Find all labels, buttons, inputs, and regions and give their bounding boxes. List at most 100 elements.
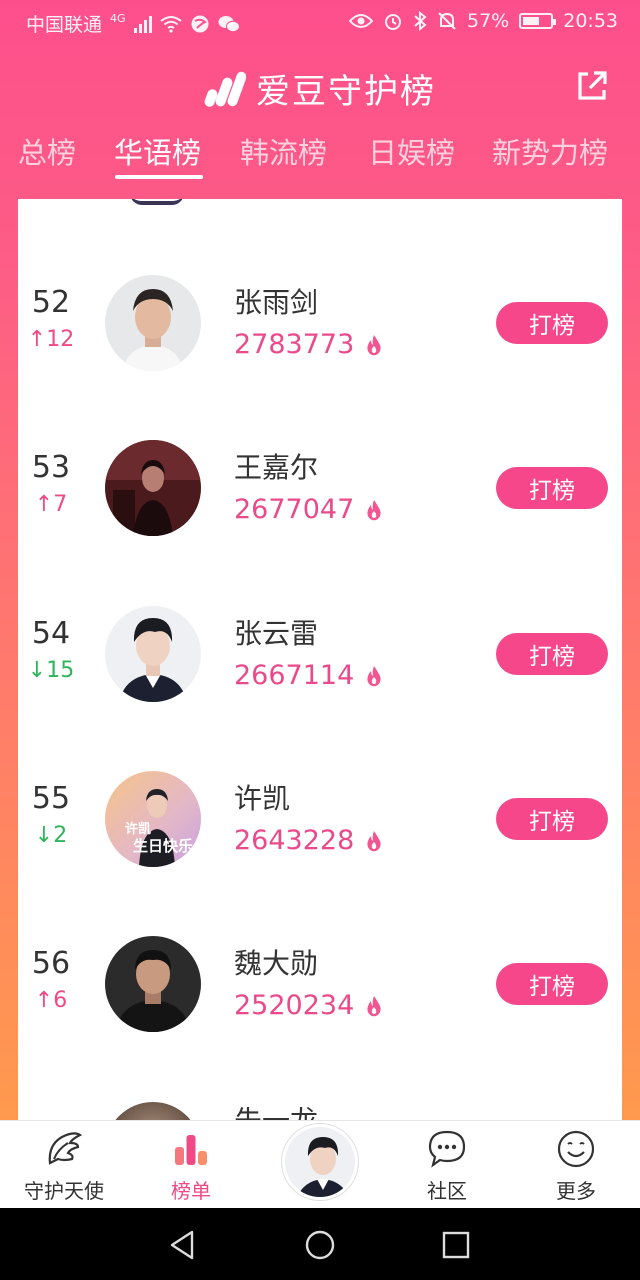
tab-chinese[interactable]: 华语榜 <box>114 130 201 172</box>
avatar-photo <box>105 440 201 536</box>
app-logo-icon <box>204 71 246 107</box>
avatar-photo <box>105 606 201 702</box>
system-nav-bar <box>0 1208 640 1280</box>
nav-guardian-angel[interactable]: 守护天使 <box>9 1121 119 1209</box>
tab-new-force[interactable]: 新势力榜 <box>492 130 608 172</box>
active-tab-indicator <box>115 175 203 179</box>
idol-name: 许凯 <box>234 782 291 815</box>
nav-ranking[interactable]: 榜单 <box>136 1121 246 1209</box>
score-value: 2667114 <box>234 660 355 691</box>
avatar-photo <box>105 936 201 1032</box>
chat-bubble-icon <box>428 1130 466 1168</box>
rank-change: ↓15 <box>27 658 75 683</box>
tab-bar: 总榜 华语榜 韩流榜 日娱榜 新势力榜 <box>0 130 640 180</box>
idol-name: 张云雷 <box>234 617 319 650</box>
idol-name: 魏大勋 <box>234 947 319 980</box>
center-avatar-button[interactable] <box>282 1124 358 1200</box>
carrier-label: 中国联通 <box>26 14 103 36</box>
clock: 20:53 <box>563 10 618 32</box>
vote-button[interactable]: 打榜 <box>496 302 608 344</box>
flame-icon <box>367 995 381 1016</box>
vote-button[interactable]: 打榜 <box>496 798 608 840</box>
battery-icon <box>519 13 557 29</box>
rank-number: 53 <box>31 450 71 485</box>
partial-avatar-top <box>130 199 184 205</box>
eye-icon <box>349 14 373 28</box>
rank-number: 54 <box>31 616 71 651</box>
idol-name: 王嘉尔 <box>234 451 319 484</box>
ranking-row[interactable]: 55 ↓2 许凯 生日快乐 许凯 2643228 打榜 <box>18 771 622 891</box>
network-type: 4G <box>110 12 126 25</box>
flame-icon <box>367 830 381 851</box>
wing-icon <box>48 1132 83 1165</box>
flame-icon <box>367 665 381 686</box>
home-icon[interactable] <box>303 1228 337 1262</box>
rank-number: 52 <box>31 285 71 320</box>
vote-button[interactable]: 打榜 <box>496 963 608 1005</box>
avatar[interactable] <box>105 936 201 1032</box>
recents-icon[interactable] <box>439 1228 473 1262</box>
mute-bell-icon <box>438 12 456 30</box>
score-value: 2783773 <box>234 329 355 360</box>
partial-row-name: 朱一龙 <box>234 1107 324 1120</box>
battery-percent: 57% <box>467 10 510 32</box>
bluetooth-icon <box>414 11 427 31</box>
rank-change: ↑6 <box>34 988 68 1013</box>
status-left: 中国联通 4G <box>26 10 240 37</box>
vote-button[interactable]: 打榜 <box>496 633 608 675</box>
partial-row-name-text: 朱一龙 <box>234 1107 324 1120</box>
avatar[interactable]: 许凯 生日快乐 <box>105 771 201 867</box>
status-right: 57% 20:53 <box>349 10 618 32</box>
browser-icon <box>191 15 209 32</box>
bar-chart-icon <box>175 1135 207 1165</box>
avatar[interactable] <box>105 440 201 536</box>
flame-icon <box>367 334 381 355</box>
nav-label: 社区 <box>427 1179 467 1203</box>
alarm-icon <box>385 14 401 30</box>
smiley-icon <box>557 1130 595 1168</box>
partial-row-avatar[interactable] <box>105 1102 201 1120</box>
ranking-row[interactable]: 52 ↑12 张雨剑 2783773 打榜 <box>18 275 622 395</box>
nav-label: 更多 <box>556 1179 596 1203</box>
score-group: 2643228 <box>234 825 382 856</box>
status-bar: 中国联通 4G 57% 20:53 <box>0 0 640 44</box>
tab-japanese[interactable]: 日娱榜 <box>368 130 455 172</box>
ranking-list: 52 ↑12 张雨剑 2783773 打榜 53 ↑7 王嘉尔 2677047 … <box>18 199 622 1120</box>
idol-name: 张雨剑 <box>234 286 319 319</box>
back-icon[interactable] <box>166 1228 200 1262</box>
nav-community[interactable]: 社区 <box>392 1121 502 1209</box>
ranking-row[interactable]: 53 ↑7 王嘉尔 2677047 打榜 <box>18 440 622 560</box>
title-bar: 爱豆守护榜 <box>0 56 640 116</box>
rank-number: 55 <box>31 781 71 816</box>
score-value: 2520234 <box>234 990 355 1021</box>
avatar-photo: 许凯 生日快乐 <box>105 771 201 867</box>
ranking-row[interactable]: 56 ↑6 魏大勋 2520234 打榜 <box>18 936 622 1056</box>
wechat-icon <box>218 15 240 32</box>
rank-number: 56 <box>31 946 71 981</box>
title-group: 爱豆守护榜 <box>0 64 640 113</box>
ranking-row[interactable]: 54 ↓15 张云雷 2667114 打榜 <box>18 606 622 726</box>
score-value: 2677047 <box>234 494 355 525</box>
score-group: 2667114 <box>234 660 382 691</box>
wifi-icon <box>159 15 182 33</box>
tab-korean[interactable]: 韩流榜 <box>240 130 327 172</box>
avatar-photo <box>105 275 201 371</box>
vote-button[interactable]: 打榜 <box>496 467 608 509</box>
nav-label: 守护天使 <box>24 1179 104 1203</box>
rank-change: ↑7 <box>34 492 68 517</box>
avatar-caption: 许凯 <box>125 821 151 837</box>
score-group: 2677047 <box>234 494 382 525</box>
avatar[interactable] <box>105 275 201 371</box>
avatar-caption: 生日快乐 <box>133 837 193 855</box>
tab-overall[interactable]: 总榜 <box>18 130 76 172</box>
score-value: 2643228 <box>234 825 355 856</box>
share-icon[interactable] <box>574 68 610 104</box>
nav-more[interactable]: 更多 <box>521 1121 631 1209</box>
page-title: 爱豆守护榜 <box>256 72 436 112</box>
nav-label: 榜单 <box>171 1179 211 1203</box>
app-screen: 中国联通 4G 57% 20:53 爱豆守护榜 总榜 华语榜 韩流榜 日娱榜 新… <box>0 0 640 1120</box>
rank-change: ↑12 <box>27 327 75 352</box>
avatar[interactable] <box>105 606 201 702</box>
flame-icon <box>367 499 381 520</box>
signal-icon <box>133 15 152 33</box>
